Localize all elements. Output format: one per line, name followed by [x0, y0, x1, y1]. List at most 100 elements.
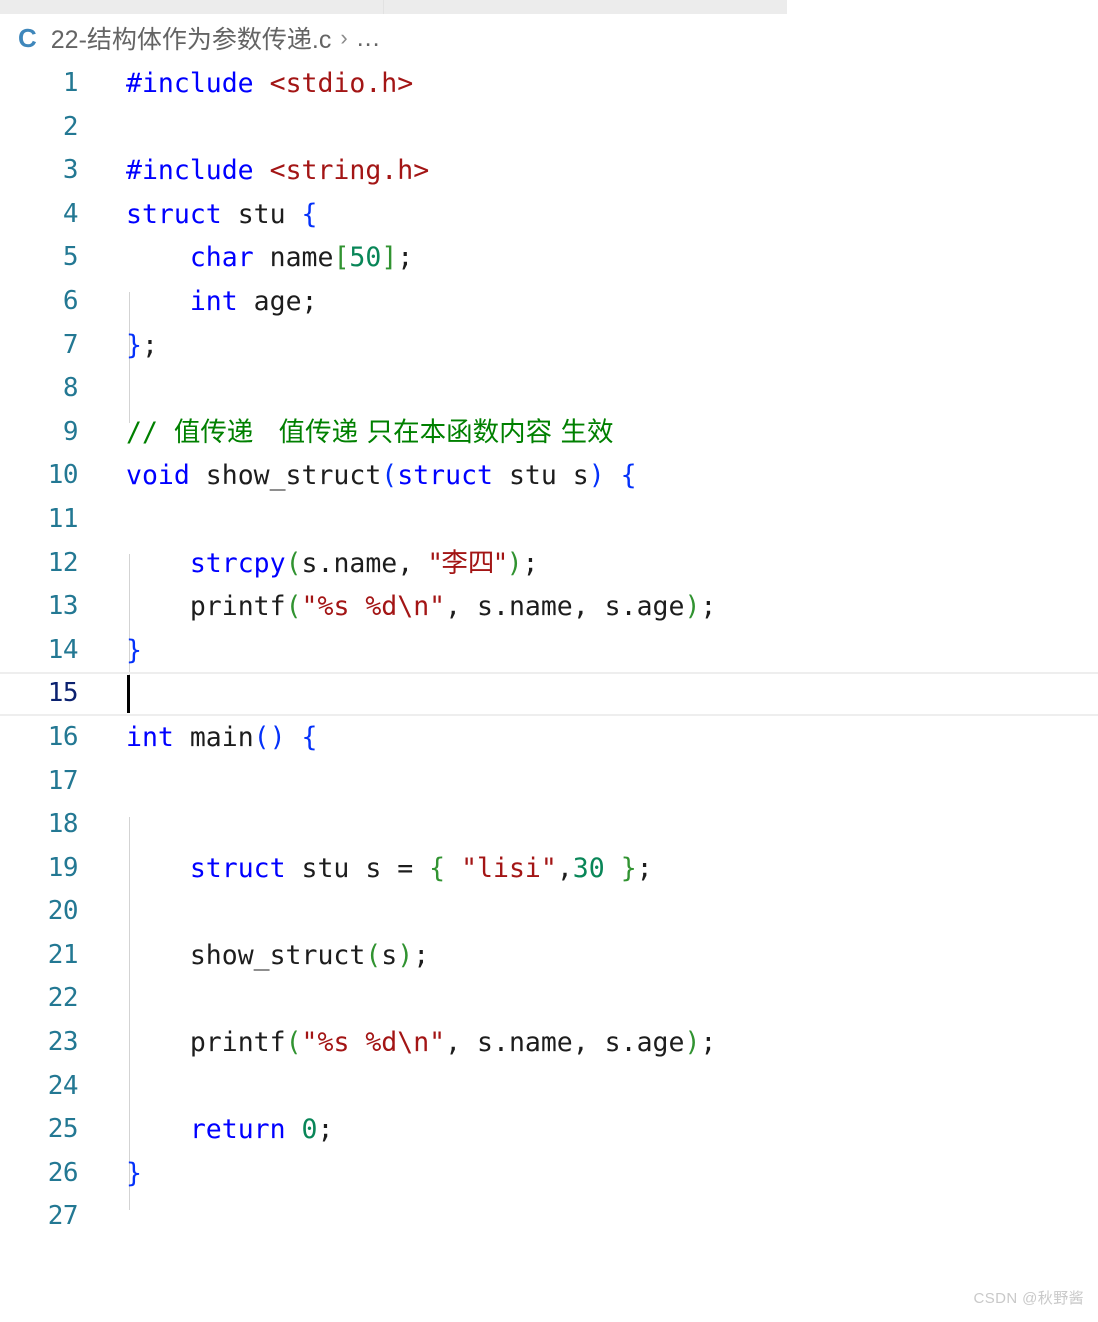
line-number[interactable]: 26: [0, 1152, 79, 1196]
code-line[interactable]: 20: [0, 890, 1098, 934]
line-number[interactable]: 19: [0, 847, 79, 891]
code-line[interactable]: 23 printf("%s %d\n", s.name, s.age);: [0, 1021, 1098, 1065]
code-line[interactable]: 13 printf("%s %d\n", s.name, s.age);: [0, 585, 1098, 629]
code-line-content[interactable]: strcpy(s.name, "李四");: [126, 542, 539, 586]
code-line[interactable]: 22: [0, 977, 1098, 1021]
code-line[interactable]: 16 int main() {: [0, 716, 1098, 760]
code-line-content[interactable]: #include <stdio.h>: [126, 62, 413, 106]
line-number[interactable]: 1: [0, 62, 79, 106]
code-token: int: [126, 721, 174, 753]
line-number[interactable]: 15: [0, 672, 79, 716]
editor-tab-strip[interactable]: [0, 0, 787, 14]
code-line[interactable]: 12 strcpy(s.name, "李四");: [0, 542, 1098, 586]
breadcrumb-file-name[interactable]: 22-结构体作为参数传递.c: [51, 20, 332, 56]
line-number[interactable]: 25: [0, 1108, 79, 1152]
code-token: ;: [700, 1027, 717, 1059]
line-number[interactable]: 8: [0, 367, 79, 411]
code-line[interactable]: 14}: [0, 629, 1098, 673]
code-line[interactable]: 15: [0, 672, 1098, 716]
code-token: 50: [349, 242, 382, 274]
line-number[interactable]: 10: [0, 454, 79, 498]
code-line-content[interactable]: }: [126, 1152, 142, 1196]
code-token: void: [126, 460, 190, 492]
code-token: "%s %d\n": [301, 591, 446, 623]
code-token: ;: [700, 591, 717, 623]
code-line[interactable]: 19 struct stu s = { "lisi",30 };: [0, 847, 1098, 891]
code-line[interactable]: 1 #include <stdio.h>: [0, 62, 1098, 106]
line-number[interactable]: 2: [0, 106, 79, 150]
code-line[interactable]: 25 return 0;: [0, 1108, 1098, 1152]
code-editor[interactable]: 1 #include <stdio.h> 2 3 #include <string.h>…: [0, 62, 1098, 1272]
code-line-content[interactable]: return 0;: [126, 1108, 334, 1152]
breadcrumb[interactable]: C 22-结构体作为参数传递.c › ...: [0, 14, 1098, 62]
code-line[interactable]: 21 show_struct(s);: [0, 934, 1098, 978]
code-line[interactable]: 9 // 值传递 值传递 只在本函数内容 生效: [0, 411, 1098, 455]
code-line[interactable]: 5 char name[50];: [0, 236, 1098, 280]
code-line-content[interactable]: char name[50];: [126, 236, 413, 280]
line-number[interactable]: 3: [0, 149, 79, 193]
code-line[interactable]: 6 int age;: [0, 280, 1098, 324]
code-token: ): [684, 591, 701, 623]
line-number[interactable]: 22: [0, 977, 79, 1021]
line-number[interactable]: 18: [0, 803, 79, 847]
code-line[interactable]: 26}: [0, 1152, 1098, 1196]
line-number[interactable]: 5: [0, 236, 79, 280]
code-token: struct: [189, 852, 286, 884]
code-line[interactable]: 18: [0, 803, 1098, 847]
code-token: int: [189, 285, 238, 317]
line-number[interactable]: 7: [0, 324, 79, 368]
line-number[interactable]: 20: [0, 890, 79, 934]
line-number[interactable]: 6: [0, 280, 79, 324]
code-token: , s.name, s.age: [445, 591, 685, 623]
code-line-content[interactable]: int age;: [126, 280, 318, 324]
code-token: #include: [126, 68, 254, 99]
code-line-content[interactable]: void show_struct(struct stu s) {: [126, 454, 637, 498]
line-number[interactable]: 13: [0, 585, 79, 629]
code-line[interactable]: 24: [0, 1065, 1098, 1109]
code-token: ;: [522, 547, 539, 579]
code-line-content[interactable]: int main() {: [126, 716, 318, 760]
code-line[interactable]: 10 void show_struct(struct stu s) {: [0, 454, 1098, 498]
code-line-content[interactable]: // 值传递 值传递 只在本函数内容 生效: [126, 411, 614, 455]
code-line[interactable]: 7};: [0, 324, 1098, 368]
code-token: ;: [317, 1114, 334, 1146]
code-token: age;: [237, 285, 318, 317]
code-line[interactable]: 2: [0, 106, 1098, 150]
line-number[interactable]: 9: [0, 411, 79, 455]
code-line-content[interactable]: };: [126, 324, 158, 368]
line-number[interactable]: 23: [0, 1021, 79, 1065]
code-line-content[interactable]: #include <string.h>: [126, 149, 429, 193]
code-line-content[interactable]: }: [126, 629, 142, 673]
code-line[interactable]: 8: [0, 367, 1098, 411]
code-line-content[interactable]: struct stu {: [126, 193, 317, 237]
line-number[interactable]: 11: [0, 498, 79, 542]
line-number[interactable]: 21: [0, 934, 79, 978]
code-line[interactable]: 11: [0, 498, 1098, 542]
code-token: ): [588, 460, 605, 492]
line-number[interactable]: 16: [0, 716, 79, 760]
code-line[interactable]: 3 #include <string.h>: [0, 149, 1098, 193]
line-number[interactable]: 24: [0, 1065, 79, 1109]
code-line[interactable]: 27: [0, 1195, 1098, 1239]
code-line-content[interactable]: struct stu s = { "lisi",30 };: [126, 847, 653, 891]
line-number[interactable]: 12: [0, 542, 79, 586]
code-lines-container[interactable]: 1 #include <stdio.h> 2 3 #include <string.h>…: [0, 62, 1098, 1239]
code-line[interactable]: 17: [0, 760, 1098, 804]
breadcrumb-overflow[interactable]: ...: [357, 24, 381, 53]
code-line-content[interactable]: printf("%s %d\n", s.name, s.age);: [126, 1021, 717, 1065]
line-number[interactable]: 14: [0, 629, 79, 673]
code-token: strcpy: [189, 547, 286, 579]
line-number[interactable]: 4: [0, 193, 79, 237]
line-number[interactable]: 27: [0, 1195, 79, 1239]
code-line[interactable]: 4 struct stu {: [0, 193, 1098, 237]
code-line-content[interactable]: show_struct(s);: [126, 934, 429, 978]
code-line-content[interactable]: printf("%s %d\n", s.name, s.age);: [126, 585, 717, 629]
code-token: "lisi": [461, 852, 557, 884]
line-number[interactable]: 17: [0, 760, 79, 804]
